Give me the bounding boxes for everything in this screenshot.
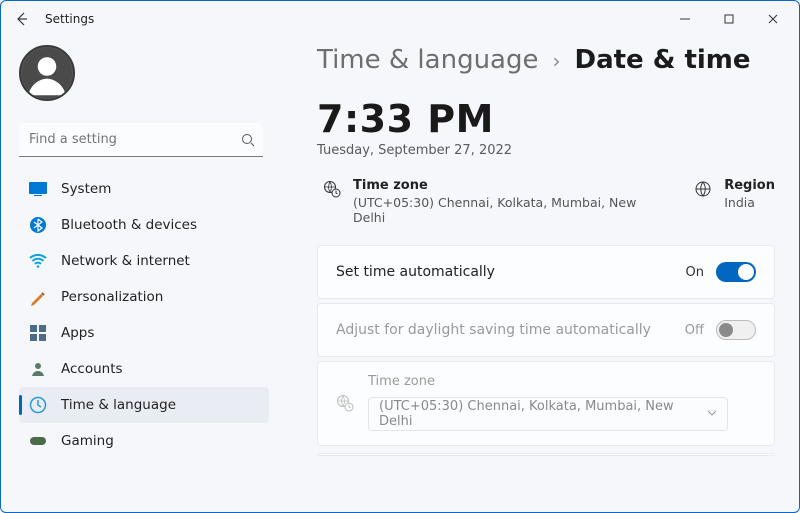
timezone-value: (UTC+05:30) Chennai, Kolkata, Mumbai, Ne… [353, 195, 646, 225]
timezone-select-card: Time zone (UTC+05:30) Chennai, Kolkata, … [317, 361, 775, 446]
titlebar: Settings [1, 1, 799, 37]
user-icon [21, 45, 73, 101]
sidebar-item-label: Network & internet [61, 253, 190, 269]
bluetooth-icon [29, 216, 47, 234]
sidebar-item-network[interactable]: Network & internet [19, 243, 269, 279]
timezone-select: (UTC+05:30) Chennai, Kolkata, Mumbai, Ne… [368, 397, 728, 431]
minimize-button[interactable] [663, 4, 707, 34]
sidebar-item-label: Apps [61, 325, 94, 341]
globe-icon [694, 180, 712, 202]
sidebar-item-personalization[interactable]: Personalization [19, 279, 269, 315]
breadcrumb: Time & language › Date & time [317, 45, 775, 75]
back-button[interactable] [5, 2, 39, 36]
timezone-select-value: (UTC+05:30) Chennai, Kolkata, Mumbai, Ne… [379, 399, 697, 429]
nav: System Bluetooth & devices Network & int… [19, 171, 269, 459]
search-input[interactable] [29, 132, 241, 147]
search-box[interactable] [19, 123, 263, 157]
timezone-label: Time zone [353, 178, 646, 193]
search-icon [241, 133, 255, 147]
maximize-button[interactable] [707, 4, 751, 34]
paint-icon [29, 288, 47, 306]
settings-list: Set time automatically On Adjust for day… [317, 245, 775, 456]
globe-clock-icon [323, 180, 341, 202]
chevron-right-icon: › [552, 49, 560, 73]
dst-auto-toggle [716, 320, 756, 340]
sidebar-item-accounts[interactable]: Accounts [19, 351, 269, 387]
set-time-auto-label: Set time automatically [336, 264, 686, 280]
region-value: India [724, 195, 775, 210]
dst-auto-label: Adjust for daylight saving time automati… [336, 322, 685, 338]
sidebar-item-bluetooth[interactable]: Bluetooth & devices [19, 207, 269, 243]
sidebar-item-time-language[interactable]: Time & language [19, 387, 269, 423]
window-title: Settings [45, 12, 94, 26]
dst-auto-state: Off [685, 323, 704, 338]
timezone-select-label: Time zone [368, 374, 756, 389]
arrow-left-icon [14, 11, 30, 27]
sidebar-item-system[interactable]: System [19, 171, 269, 207]
gaming-icon [29, 432, 47, 450]
sidebar-item-label: Personalization [61, 289, 163, 305]
globe-clock-icon [336, 394, 354, 416]
minimize-icon [680, 14, 690, 24]
next-card-peek [317, 453, 775, 456]
main-content: Time & language › Date & time 7:33 PM Tu… [277, 37, 799, 513]
region-info: Region India [694, 178, 775, 225]
sidebar-item-apps[interactable]: Apps [19, 315, 269, 351]
clock-date: Tuesday, September 27, 2022 [317, 143, 775, 158]
info-row: Time zone (UTC+05:30) Chennai, Kolkata, … [317, 178, 775, 225]
system-icon [29, 180, 47, 198]
accounts-icon [29, 360, 47, 378]
close-icon [768, 14, 778, 24]
page-title: Date & time [574, 45, 750, 75]
close-button[interactable] [751, 4, 795, 34]
set-time-auto-card: Set time automatically On [317, 245, 775, 299]
sidebar-item-label: Gaming [61, 433, 114, 449]
sidebar: System Bluetooth & devices Network & int… [1, 37, 277, 513]
set-time-auto-state: On [686, 265, 704, 280]
region-label: Region [724, 178, 775, 193]
dst-auto-card: Adjust for daylight saving time automati… [317, 303, 775, 357]
wifi-icon [29, 252, 47, 270]
sidebar-item-label: Accounts [61, 361, 123, 377]
apps-icon [29, 324, 47, 342]
sidebar-item-label: Bluetooth & devices [61, 217, 197, 233]
sidebar-item-label: Time & language [61, 397, 176, 413]
maximize-icon [724, 14, 734, 24]
chevron-down-icon [707, 407, 717, 422]
clock-time: 7:33 PM [317, 97, 775, 141]
sidebar-item-label: System [61, 181, 111, 197]
timezone-info: Time zone (UTC+05:30) Chennai, Kolkata, … [323, 178, 646, 225]
sidebar-item-gaming[interactable]: Gaming [19, 423, 269, 459]
time-language-icon [29, 396, 47, 414]
set-time-auto-toggle[interactable] [716, 262, 756, 282]
breadcrumb-parent[interactable]: Time & language [317, 45, 538, 75]
avatar[interactable] [19, 45, 75, 101]
